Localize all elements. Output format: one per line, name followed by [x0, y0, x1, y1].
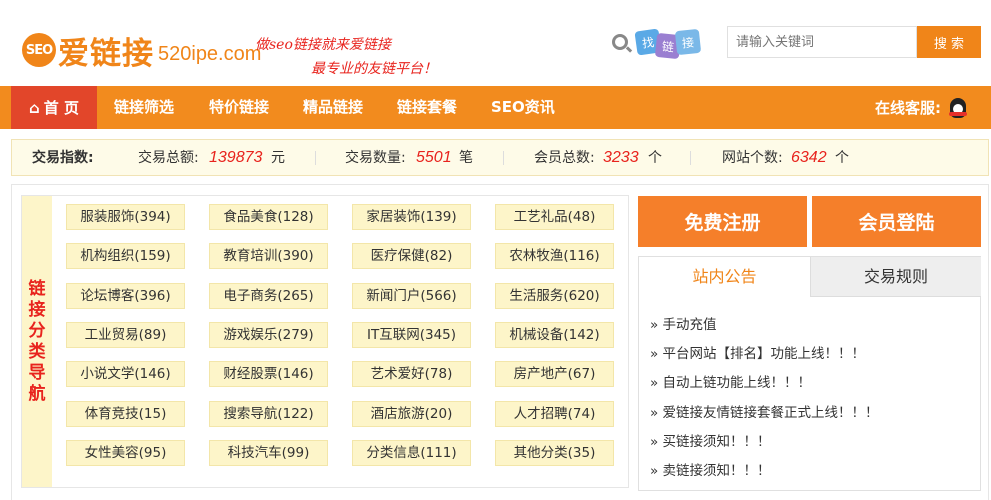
category-item[interactable]: 电子商务(265) [209, 283, 328, 309]
stats-divider [315, 151, 316, 165]
category-item[interactable]: 科技汽车(99) [209, 440, 328, 466]
category-item[interactable]: 机械设备(142) [495, 322, 614, 348]
magnifier-icon [612, 34, 628, 50]
category-nav-panel: 链 接 分 类 导 航 服装服饰(394) 食品美食(128) 家居装饰(139) 工… [21, 195, 629, 488]
nav-home-label: 首 页 [43, 99, 79, 117]
category-item[interactable]: 女性美容(95) [66, 440, 185, 466]
notice-panel: 站内公告 交易规则 » 手动充值 » 平台网站【排名】功能上线！！！ » 自动上链功… [638, 256, 981, 491]
total-amount-label: 交易总额: [138, 150, 199, 166]
search-button[interactable]: 搜 索 [917, 26, 981, 58]
category-item[interactable]: 工业贸易(89) [66, 322, 185, 348]
category-item[interactable]: 教育培训(390) [209, 243, 328, 269]
nav-home[interactable]: ⌂ 首 页 [11, 86, 97, 129]
header: SEO 爱链接 520ipe.com 做seo链接就来爱链接 最专业的友链平台！… [0, 0, 991, 86]
findlink-tile-3: 接 [674, 28, 702, 56]
notice-item[interactable]: » 手动充值 [650, 313, 717, 333]
category-item[interactable]: 新闻门户(566) [352, 283, 471, 309]
trade-stats-bar: 交易指数: 交易总额: 139873 元 交易数量: 5501 笔 会员总数: … [11, 139, 989, 176]
stats-divider [690, 151, 691, 165]
logo-badge: SEO [22, 33, 56, 67]
members-value: 3233 [603, 149, 639, 166]
main-content: 链 接 分 类 导 航 服装服饰(394) 食品美食(128) 家居装饰(139) 工… [11, 184, 989, 500]
category-item[interactable]: 游戏娱乐(279) [209, 322, 328, 348]
category-item[interactable]: 艺术爱好(78) [352, 361, 471, 387]
notice-item[interactable]: » 买链接须知！！！ [650, 430, 771, 450]
category-item[interactable]: 论坛博客(396) [66, 283, 185, 309]
category-nav-label: 链 接 分 类 导 航 [22, 196, 52, 487]
login-button[interactable]: 会员登陆 [812, 196, 981, 247]
members-label: 会员总数: [534, 150, 595, 166]
notice-item[interactable]: » 卖链接须知！！！ [650, 459, 771, 479]
category-item[interactable]: 生活服务(620) [495, 283, 614, 309]
category-item[interactable]: 酒店旅游(20) [352, 401, 471, 427]
home-icon: ⌂ [29, 98, 40, 117]
category-item[interactable]: 搜索导航(122) [209, 401, 328, 427]
logo-domain: 520ipe.com [158, 42, 262, 65]
notice-item[interactable]: » 自动上链功能上线！！！ [650, 371, 811, 391]
nav-item-premium[interactable]: 精品链接 [303, 86, 363, 129]
category-item[interactable]: 农林牧渔(116) [495, 243, 614, 269]
notice-item[interactable]: » 平台网站【排名】功能上线！！！ [650, 342, 865, 362]
slogan: 做seo链接就来爱链接 最专业的友链平台！ [255, 33, 437, 81]
category-item[interactable]: 体育竞技(15) [66, 401, 185, 427]
nav-item-packages[interactable]: 链接套餐 [397, 86, 457, 129]
category-item[interactable]: 人才招聘(74) [495, 401, 614, 427]
members-unit: 个 [648, 150, 662, 166]
find-link-graphic: 找 链 接 [612, 28, 702, 60]
online-service-label: 在线客服: [875, 99, 941, 117]
stats-title: 交易指数: [32, 150, 94, 166]
category-item[interactable]: 房产地产(67) [495, 361, 614, 387]
register-button[interactable]: 免费注册 [638, 196, 807, 247]
category-item[interactable]: 分类信息(111) [352, 440, 471, 466]
category-item[interactable]: 服装服饰(394) [66, 204, 185, 230]
category-item[interactable]: 食品美食(128) [209, 204, 328, 230]
trade-count-label: 交易数量: [345, 150, 406, 166]
trade-count-unit: 笔 [459, 150, 473, 166]
category-item[interactable]: 其他分类(35) [495, 440, 614, 466]
nav-item-link-filter[interactable]: 链接筛选 [114, 86, 174, 129]
stats-divider [503, 151, 504, 165]
category-item[interactable]: 财经股票(146) [209, 361, 328, 387]
qq-penguin-icon[interactable] [947, 96, 969, 120]
online-service[interactable]: 在线客服: [875, 86, 969, 129]
tab-trade-rules[interactable]: 交易规则 [810, 257, 981, 297]
sites-label: 网站个数: [722, 150, 783, 166]
tab-notices[interactable]: 站内公告 [639, 257, 810, 297]
category-item[interactable]: IT互联网(345) [352, 322, 471, 348]
sites-unit: 个 [835, 150, 849, 166]
main-nav: ⌂ 首 页 链接筛选 特价链接 精品链接 链接套餐 SEO资讯 在线客服: [0, 86, 991, 129]
logo-text: 爱链接 [58, 35, 154, 72]
category-item[interactable]: 机构组织(159) [66, 243, 185, 269]
trade-count-value: 5501 [416, 149, 452, 166]
sites-value: 6342 [791, 149, 827, 166]
nav-item-special-price[interactable]: 特价链接 [209, 86, 269, 129]
category-item[interactable]: 工艺礼品(48) [495, 204, 614, 230]
total-amount-value: 139873 [209, 149, 263, 166]
search-input[interactable] [727, 26, 917, 58]
total-amount-unit: 元 [271, 150, 285, 166]
category-item[interactable]: 医疗保健(82) [352, 243, 471, 269]
category-item[interactable]: 家居装饰(139) [352, 204, 471, 230]
nav-item-seo-news[interactable]: SEO资讯 [491, 86, 555, 129]
notice-item[interactable]: » 爱链接友情链接套餐正式上线！！！ [650, 401, 879, 421]
site-logo[interactable]: SEO 爱链接 520ipe.com [22, 26, 261, 74]
slogan-line-2: 最专业的友链平台！ [311, 61, 437, 77]
category-item[interactable]: 小说文学(146) [66, 361, 185, 387]
slogan-line-1: 做seo链接就来爱链接 [255, 37, 391, 53]
